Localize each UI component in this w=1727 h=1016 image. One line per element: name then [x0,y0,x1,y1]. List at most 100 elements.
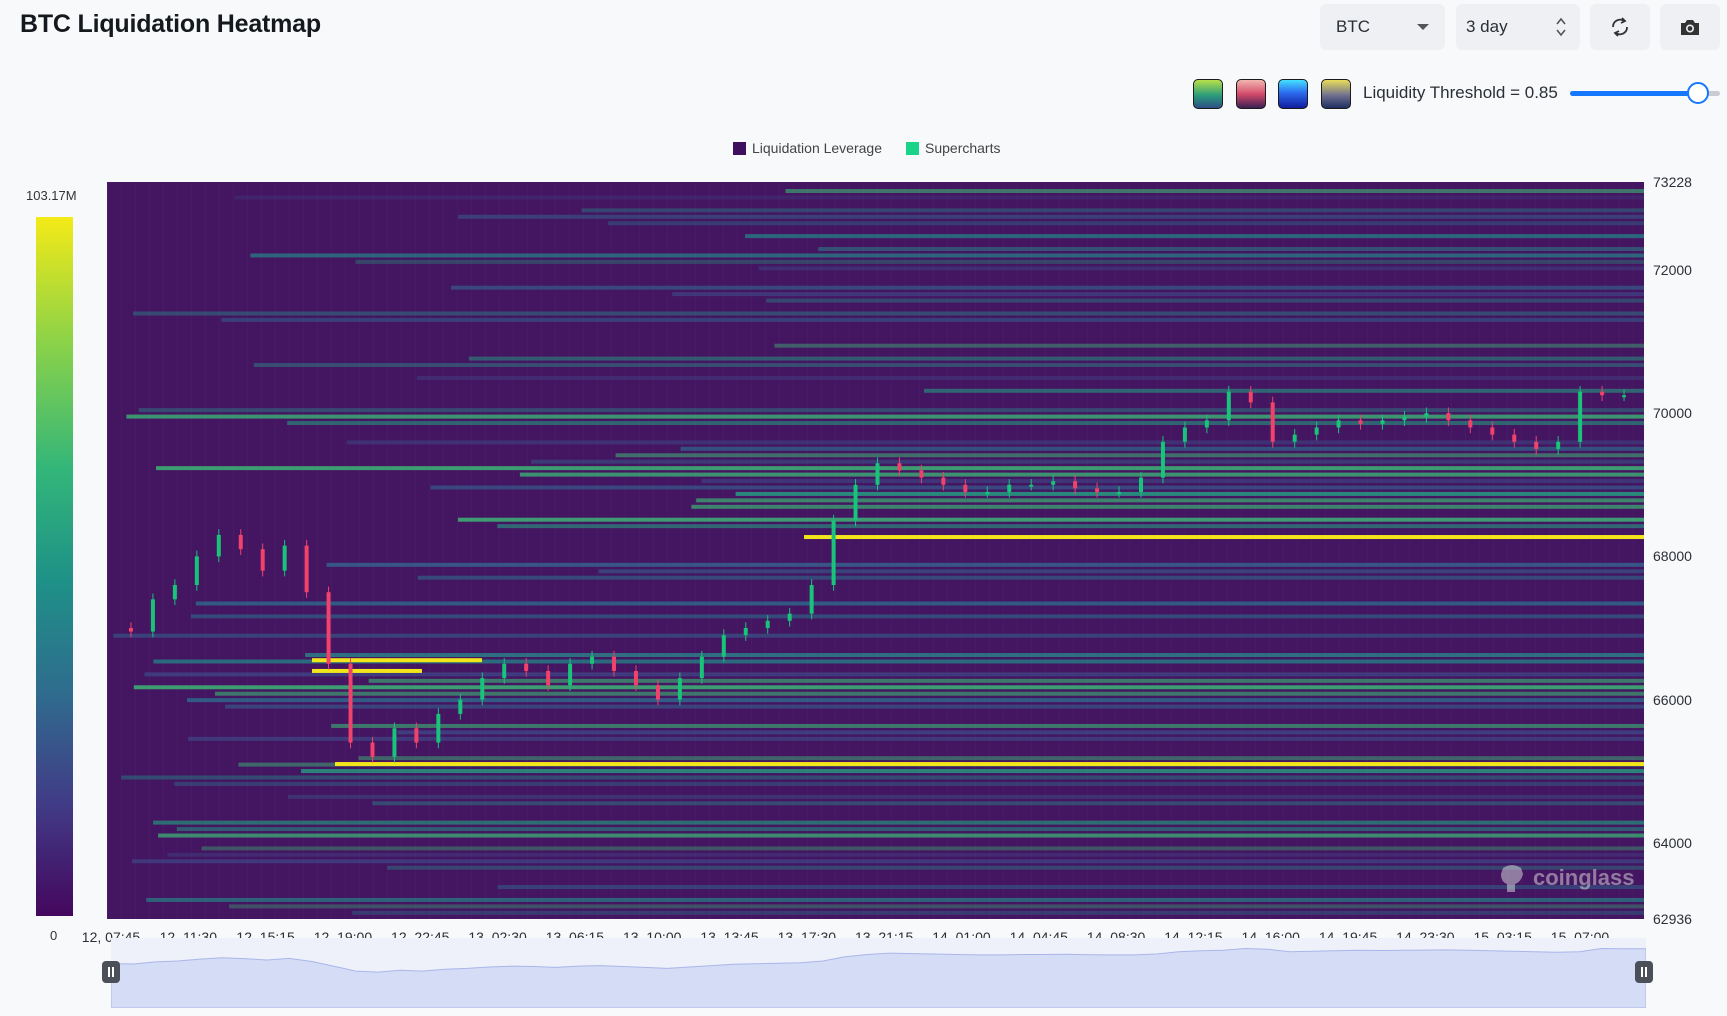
heat-band [818,247,1644,252]
candle-body [721,635,726,657]
refresh-icon [1612,17,1628,37]
liquidation-level-line [804,535,1644,540]
heat-grid-line [527,182,528,919]
heat-grid-line [429,182,430,919]
candle-body [1600,391,1605,396]
candle-body [1138,477,1143,492]
up-down-icon [1556,17,1566,37]
heat-band [228,904,1644,909]
heat-grid-line [667,182,668,919]
heat-grid-line [597,182,598,919]
y-tick-label: 66000 [1653,691,1692,708]
symbol-select[interactable]: BTC [1320,4,1445,50]
heat-band [234,195,1644,200]
color-scale-bar [36,217,73,916]
heat-grid-line [177,182,178,919]
heat-band [146,897,1644,902]
liquidity-threshold-label: Liquidity Threshold = 0.85 [1363,83,1558,102]
liquidation-level-line [335,762,1644,767]
navigator-right-handle[interactable] [1635,961,1653,983]
heat-grid-line [149,182,150,919]
heat-band [774,343,1644,348]
candle-body [1424,413,1429,417]
candle-body [1292,434,1297,442]
refresh-button[interactable] [1590,4,1650,50]
candle-body [633,670,638,686]
candle-body [282,545,287,571]
legend-item-supercharts[interactable]: Supercharts [906,140,1000,156]
slider-fill [1570,91,1698,96]
heat-band [174,781,1644,786]
heat-grid-line [569,182,570,919]
heatmap-plot[interactable] [107,182,1644,919]
heat-band [253,363,1644,368]
candle-body [238,534,243,550]
candle-body [853,484,858,521]
heat-band [598,569,1644,574]
heat-band [138,408,1644,413]
heat-band [326,562,1644,567]
candle-body [1358,420,1363,424]
heat-grid-line [639,182,640,919]
heat-band [153,820,1644,825]
viridis-palette-swatch[interactable] [1193,79,1223,109]
candle-body [743,627,748,636]
candle-body [1248,391,1253,403]
heat-grid-line [443,182,444,919]
heat-band [451,285,1644,290]
heat-grid-line [457,182,458,919]
heat-band [581,208,1644,213]
navigator-left-handle[interactable] [102,961,120,983]
range-navigator[interactable] [111,938,1646,1008]
heat-band [121,775,1644,780]
y-tick-label: 64000 [1653,834,1692,851]
heat-band [176,827,1644,832]
candle-body [524,663,529,671]
candle-body [128,627,133,632]
heat-band [305,653,1644,658]
y-tick-label: 70000 [1653,405,1692,422]
heat-band [201,846,1644,851]
heat-band [417,575,1644,580]
candle-body [1073,481,1078,489]
candle-body [875,463,880,485]
legend-item-liquidation-leverage[interactable]: Liquidation Leverage [733,140,882,156]
candle-body [172,585,177,600]
heat-band [133,685,1644,690]
candle-body [216,534,221,557]
liquidity-threshold-slider[interactable] [1570,82,1720,104]
navigator-area [111,947,1646,1008]
candle-body [1512,434,1517,442]
heat-band [615,453,1644,458]
symbol-select-value: BTC [1336,17,1370,36]
magma-palette-swatch[interactable] [1236,79,1266,109]
liquidation-level-line [312,658,482,663]
heatmap-svg [107,182,1644,919]
heat-band [745,234,1644,239]
blue-palette-swatch[interactable] [1278,79,1308,109]
range-select[interactable]: 3 day [1456,4,1580,50]
candle-body [831,520,836,586]
heat-grid-line [471,182,472,919]
camera-icon [1681,20,1699,35]
heat-band [358,756,1644,761]
heat-grid-line [289,182,290,919]
coinglass-logo-icon [1501,865,1523,892]
heat-band [346,440,1644,445]
heat-grid-line [317,182,318,919]
legend-swatch [733,141,746,155]
heat-band [287,421,1644,426]
candle-body [304,545,309,593]
heat-band [133,311,1644,316]
heat-band [167,852,1644,857]
heat-grid-line [373,182,374,919]
heat-grid-line [359,182,360,919]
slider-thumb[interactable] [1686,82,1709,104]
screenshot-button[interactable] [1660,4,1720,50]
candle-body [1490,427,1495,435]
heat-band [458,214,1644,219]
candle-body [458,699,463,714]
heat-band [497,524,1644,529]
candle-body [414,728,419,743]
cividis-palette-swatch[interactable] [1321,79,1351,109]
